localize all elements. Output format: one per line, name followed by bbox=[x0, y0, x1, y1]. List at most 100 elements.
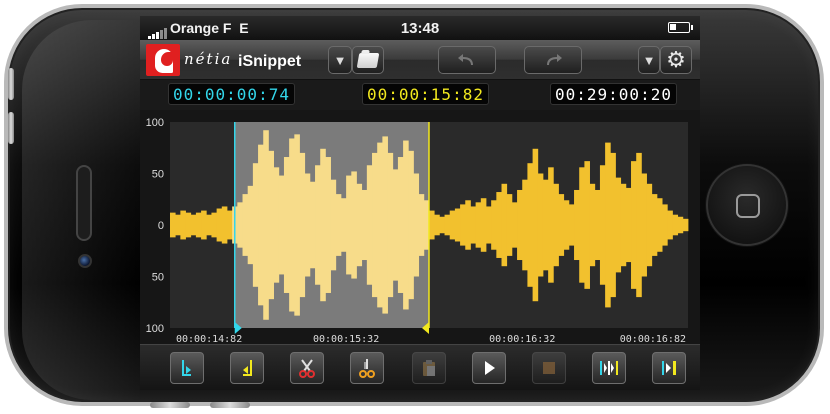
waveform-bar bbox=[418, 194, 425, 256]
timecode-row: 00:00:00:74 00:00:15:82 00:29:00:20 bbox=[140, 80, 700, 110]
waveform-canvas[interactable]: 100 50 0 50 100 00:00:14:82 00:00:15:32 00:00:… bbox=[140, 110, 700, 344]
waveform-bar bbox=[553, 183, 559, 267]
waveform-bar bbox=[527, 163, 533, 287]
waveform-bar bbox=[289, 138, 295, 312]
redo-button[interactable] bbox=[524, 46, 582, 74]
waveform-bar bbox=[537, 173, 544, 277]
waveform-bar bbox=[263, 130, 269, 320]
waveform-bar bbox=[221, 206, 228, 244]
app-screen: Orange F E 13:48 nétia iSnippet ▼ ▼ ⚙ 00… bbox=[140, 16, 700, 390]
waveform-bar bbox=[548, 167, 554, 283]
volume-up-button bbox=[8, 68, 14, 100]
waveform-bar bbox=[522, 179, 528, 271]
waveform-bar bbox=[662, 204, 668, 246]
waveform-bar bbox=[465, 200, 471, 250]
mark-in-button[interactable] bbox=[170, 352, 204, 384]
waveform-bar bbox=[325, 157, 331, 293]
brand-wordmark: nétia bbox=[184, 50, 233, 68]
x-tick-label: 00:00:14:82 bbox=[176, 334, 242, 344]
y-tick-label: 100 bbox=[146, 117, 164, 129]
open-folder-button[interactable] bbox=[352, 46, 384, 74]
waveform-bar bbox=[579, 167, 585, 283]
waveform-bar bbox=[599, 165, 606, 285]
status-clock: 13:48 bbox=[400, 20, 440, 37]
stop-icon bbox=[543, 362, 555, 374]
stop-button[interactable] bbox=[532, 352, 566, 384]
waveform-bar bbox=[594, 189, 601, 261]
mark-in-icon bbox=[182, 360, 191, 376]
transport-controls bbox=[140, 344, 700, 390]
waveform-bar bbox=[216, 208, 223, 242]
waveform-bar bbox=[480, 198, 487, 252]
waveform-bar bbox=[574, 189, 580, 261]
mark-out-button[interactable] bbox=[230, 352, 264, 384]
waveform-bar bbox=[542, 179, 549, 271]
waveform-bar bbox=[195, 212, 202, 238]
waveform-bar bbox=[532, 148, 539, 302]
waveform-bar bbox=[620, 183, 627, 267]
waveform-bar bbox=[283, 157, 290, 293]
waveform-bar bbox=[475, 202, 482, 248]
settings-button[interactable]: ⚙ bbox=[660, 46, 692, 74]
play-selection-icon bbox=[600, 361, 618, 375]
file-dropdown-button[interactable]: ▼ bbox=[328, 46, 352, 74]
waveform-bar bbox=[242, 194, 249, 256]
waveform-bar bbox=[185, 212, 192, 238]
play-selection-button[interactable] bbox=[592, 352, 626, 384]
waveform-bar bbox=[299, 152, 306, 298]
cut-button[interactable] bbox=[290, 352, 324, 384]
home-button[interactable] bbox=[706, 164, 788, 246]
waveform-bar bbox=[273, 167, 280, 283]
waveform-bar bbox=[610, 152, 616, 298]
waveform-bar bbox=[558, 194, 565, 256]
waveform-bar bbox=[346, 175, 352, 275]
waveform-bar bbox=[387, 152, 394, 298]
waveform-bar bbox=[496, 192, 502, 258]
y-tick-label: 100 bbox=[146, 323, 164, 335]
waveform-bar bbox=[651, 194, 658, 256]
waveform-bar bbox=[237, 202, 243, 248]
settings-dropdown-button[interactable]: ▼ bbox=[638, 46, 660, 74]
waveform-bar bbox=[361, 189, 368, 261]
waveform-bar bbox=[677, 216, 684, 234]
waveform-bar bbox=[382, 136, 388, 314]
volume-down-button bbox=[8, 112, 14, 144]
x-tick-label: 00:00:16:32 bbox=[489, 334, 555, 344]
waveform-bar bbox=[589, 183, 596, 267]
waveform-bar bbox=[605, 142, 611, 308]
play-button[interactable] bbox=[472, 352, 506, 384]
waveform-bar bbox=[434, 214, 440, 236]
waveform-bar bbox=[444, 214, 451, 236]
netia-logo bbox=[146, 44, 180, 76]
waveform-bar bbox=[672, 214, 679, 236]
undo-button[interactable] bbox=[438, 46, 496, 74]
waveform-bar bbox=[429, 210, 435, 240]
play-to-end-button[interactable] bbox=[652, 352, 686, 384]
in-point-timecode[interactable]: 00:00:00:74 bbox=[168, 83, 295, 105]
waveform-bar bbox=[320, 148, 326, 302]
waveform-bar bbox=[568, 204, 575, 246]
waveform-bar bbox=[636, 152, 642, 298]
x-tick-label: 00:00:16:82 bbox=[620, 334, 686, 344]
split-button[interactable] bbox=[350, 352, 384, 384]
waveform-bar bbox=[247, 185, 254, 265]
waveform-bar bbox=[408, 150, 414, 300]
mute-switch bbox=[150, 402, 190, 408]
waveform-bar bbox=[454, 208, 461, 242]
waveform-bar bbox=[252, 163, 259, 287]
front-camera bbox=[78, 254, 92, 268]
mark-out-icon bbox=[243, 360, 252, 376]
waveform-bar bbox=[170, 212, 176, 238]
waveform-bar bbox=[449, 210, 456, 240]
waveform-bar bbox=[563, 200, 570, 250]
waveform-area[interactable]: 100 50 0 50 100 00:00:14:82 00:00:15:32 00:00:… bbox=[140, 110, 700, 344]
y-tick-label: 0 bbox=[158, 220, 164, 232]
current-timecode[interactable]: 00:00:15:82 bbox=[362, 83, 489, 105]
paste-button[interactable] bbox=[412, 352, 446, 384]
waveform-bar bbox=[413, 173, 420, 277]
gear-icon: ⚙ bbox=[666, 47, 686, 72]
folder-icon bbox=[356, 52, 380, 68]
waveform-bar bbox=[667, 210, 673, 240]
clipboard-icon bbox=[423, 360, 435, 376]
waveform-bar bbox=[304, 173, 311, 277]
